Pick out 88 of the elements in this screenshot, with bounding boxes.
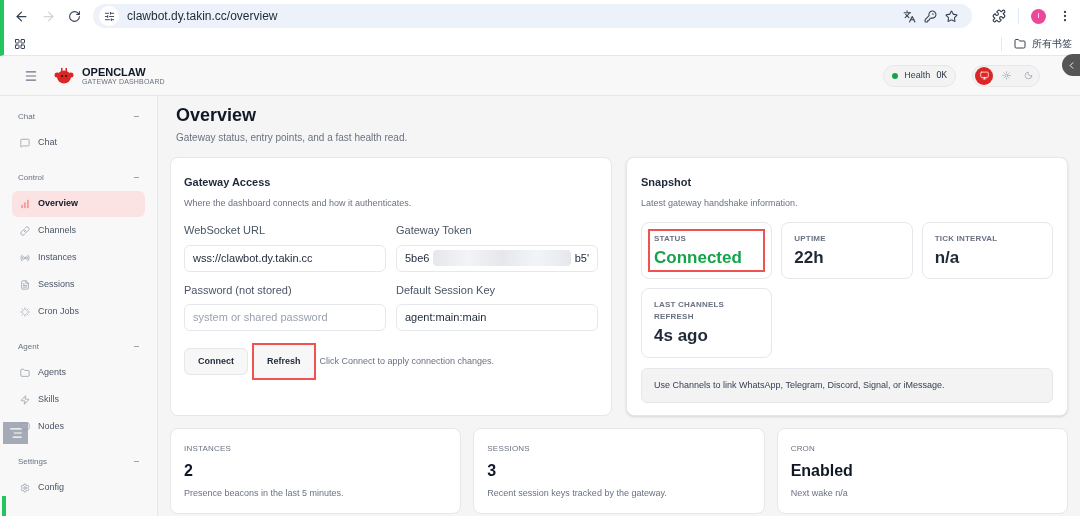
field-label: Gateway Token bbox=[396, 223, 473, 238]
lines-icon bbox=[8, 426, 23, 440]
field-value: b5' bbox=[574, 250, 589, 266]
nav-item[interactable]: Agents bbox=[12, 360, 145, 386]
page-subtitle: Gateway status, entry points, and a fast health read. bbox=[176, 131, 409, 145]
card-value: 2 bbox=[184, 463, 194, 479]
stat-label: LAST CHANNELS REFRESH bbox=[654, 299, 726, 324]
collapse-toggle[interactable]: – bbox=[134, 110, 139, 124]
apps-icon[interactable] bbox=[14, 37, 26, 50]
card-label: INSTANCES bbox=[184, 443, 232, 455]
section-heading: Agent bbox=[18, 341, 39, 353]
back-icon[interactable] bbox=[14, 8, 29, 24]
bookmarks-label[interactable]: 所有书签 bbox=[1032, 36, 1072, 51]
nav-item[interactable]: Sessions bbox=[12, 272, 145, 298]
field-label: Default Session Key bbox=[396, 282, 497, 298]
card-detail: Presence beacons in the last 5 minutes. bbox=[184, 487, 345, 500]
profile-avatar[interactable]: I bbox=[1031, 8, 1046, 24]
monitor-icon bbox=[979, 71, 989, 80]
theme-monitor-button[interactable] bbox=[975, 66, 993, 85]
link-icon bbox=[20, 226, 30, 236]
input-field[interactable]: agent:main:main bbox=[396, 304, 598, 331]
field-value: 5be6 bbox=[405, 250, 430, 266]
stat-label: STATUS bbox=[654, 233, 687, 245]
nav-item[interactable]: Chat bbox=[12, 130, 145, 156]
field-label: WebSocket URL bbox=[184, 223, 267, 238]
collapse-panel-button[interactable] bbox=[1062, 54, 1080, 76]
stat-value: 22h bbox=[794, 247, 825, 269]
chat-bubble-icon bbox=[20, 138, 30, 148]
url-text: clawbot.dy.takin.cc/overview bbox=[127, 8, 279, 25]
action-button[interactable]: Refresh bbox=[252, 343, 316, 380]
section-heading: Settings bbox=[18, 456, 47, 468]
document-icon bbox=[20, 280, 30, 290]
stat-value: Connected bbox=[654, 247, 743, 269]
card-detail: Next wake n/a bbox=[790, 487, 849, 500]
folder-icon bbox=[20, 368, 30, 378]
lightning-icon bbox=[20, 395, 30, 405]
sun-icon bbox=[1001, 71, 1011, 80]
translate-icon[interactable] bbox=[903, 9, 916, 23]
card-value: Enabled bbox=[790, 463, 854, 479]
section-heading: Chat bbox=[18, 111, 35, 123]
health-label: Health bbox=[904, 68, 931, 82]
stat-label: TICK INTERVAL bbox=[934, 233, 999, 245]
site-settings-icon[interactable] bbox=[103, 10, 115, 22]
hint-text: Click Connect to apply connection changes. bbox=[319, 354, 495, 368]
card-subtitle: Where the dashboard connects and how it authenticates. bbox=[184, 196, 413, 210]
section-heading: Control bbox=[18, 172, 44, 184]
spinner-icon bbox=[20, 307, 30, 317]
reload-icon[interactable] bbox=[68, 9, 81, 23]
nav-item[interactable]: Channels bbox=[12, 218, 145, 244]
info-note: Use Channels to link WhatsApp, Telegram, Discord, Signal, or iMessage. bbox=[641, 367, 1053, 403]
moon-icon bbox=[1023, 71, 1033, 80]
brand-name: OPENCLAW bbox=[82, 66, 147, 78]
field-label: Password (not stored) bbox=[184, 282, 293, 298]
card-title: Snapshot bbox=[641, 175, 693, 190]
bookmark-star-icon[interactable] bbox=[945, 9, 958, 23]
page-title: Overview bbox=[176, 106, 258, 124]
placeholder-text: system or shared password bbox=[193, 310, 328, 326]
crab-logo-icon bbox=[54, 66, 74, 85]
nav-item[interactable]: Overview bbox=[12, 191, 145, 217]
gear-icon bbox=[20, 483, 30, 493]
card-label: CRON bbox=[790, 443, 816, 455]
input-field[interactable]: 5be6 b5' bbox=[396, 244, 598, 272]
field-value: agent:main:main bbox=[405, 310, 487, 326]
input-field[interactable]: wss://clawbot.dy.takin.cc bbox=[184, 244, 386, 272]
health-value: OK bbox=[936, 68, 947, 82]
nav-item[interactable]: Config bbox=[12, 475, 145, 501]
card-value: 3 bbox=[487, 463, 498, 479]
collapse-toggle[interactable]: – bbox=[134, 340, 139, 354]
stat-label: UPTIME bbox=[794, 233, 827, 245]
bar-chart-icon bbox=[20, 199, 30, 209]
card-detail: Recent session keys tracked by the gateway. bbox=[487, 487, 668, 500]
address-bar[interactable]: clawbot.dy.takin.cc/overview bbox=[93, 4, 972, 28]
card-title: Gateway Access bbox=[184, 175, 272, 190]
field-value: wss://clawbot.dy.takin.cc bbox=[193, 250, 313, 266]
nav-item[interactable]: Cron Jobs bbox=[12, 299, 145, 325]
nav-item[interactable]: Skills bbox=[12, 387, 145, 413]
extensions-icon[interactable] bbox=[992, 9, 1006, 23]
radio-icon bbox=[20, 253, 30, 263]
action-button[interactable]: Connect bbox=[184, 348, 248, 375]
folder-icon[interactable] bbox=[1014, 37, 1026, 50]
card-subtitle: Latest gateway handshake information. bbox=[641, 196, 799, 210]
stat-value: 4s ago bbox=[654, 325, 709, 347]
nav-item[interactable]: Instances bbox=[12, 245, 145, 271]
key-icon[interactable] bbox=[924, 9, 937, 23]
stat-value: n/a bbox=[934, 247, 961, 269]
collapse-toggle[interactable]: – bbox=[134, 455, 139, 469]
collapse-toggle[interactable]: – bbox=[134, 171, 139, 185]
card-label: SESSIONS bbox=[487, 443, 531, 455]
